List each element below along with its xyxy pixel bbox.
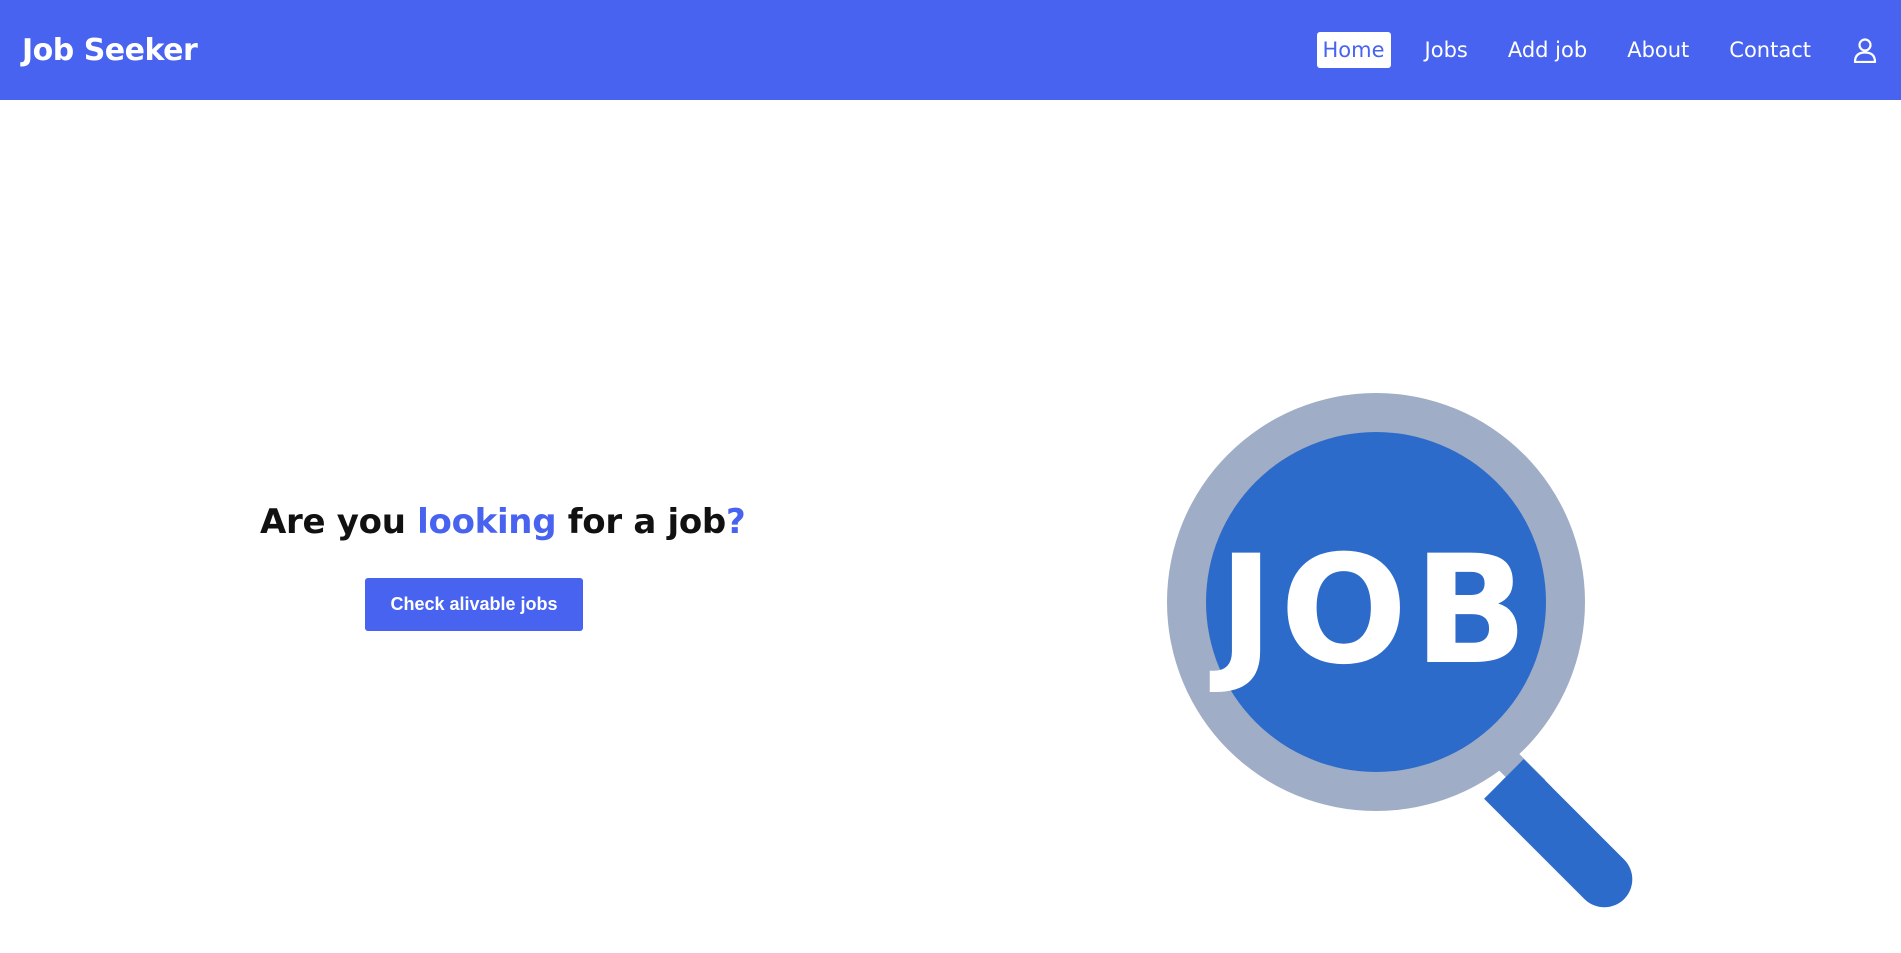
brand-logo[interactable]: Job Seeker — [22, 33, 198, 68]
nav-item-about[interactable]: About — [1621, 32, 1695, 68]
top-navbar: Job Seeker Home Jobs Add job About Conta… — [0, 0, 1901, 100]
headline-part1: Are you — [260, 502, 418, 542]
nav-item-contact[interactable]: Contact — [1723, 32, 1817, 68]
nav-item-home[interactable]: Home — [1316, 32, 1391, 68]
nav-item-jobs[interactable]: Jobs — [1419, 32, 1474, 68]
headline-accent-question: ? — [725, 502, 746, 542]
check-jobs-button[interactable]: Check alivable jobs — [365, 578, 583, 631]
headline-accent-looking: looking — [417, 502, 557, 542]
hero-section: Are you looking for a job? Check alivabl… — [0, 100, 1901, 953]
user-icon[interactable] — [1851, 36, 1879, 64]
nav-item-add-job[interactable]: Add job — [1502, 32, 1593, 68]
main-nav: Home Jobs Add job About Contact — [1289, 0, 1879, 100]
headline-part2: for a job — [556, 502, 727, 542]
user-icon-glyph — [1853, 38, 1877, 63]
hero-headline: Are you looking for a job? — [260, 502, 746, 542]
magnifier-icon: JOB — [1167, 393, 1633, 908]
illustration-text: JOB — [1209, 524, 1534, 698]
